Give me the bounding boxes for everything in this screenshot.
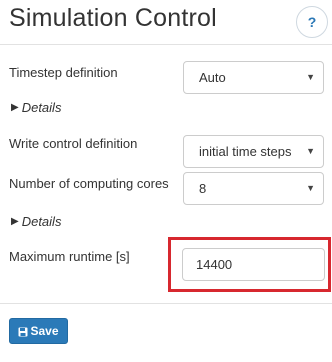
help-icon: ? [307, 14, 317, 30]
floppy-disk-icon [18, 326, 28, 337]
max-runtime-input[interactable]: 14400 [182, 248, 325, 281]
write-control-select[interactable]: initial time steps ▼ [183, 135, 324, 168]
help-button[interactable]: ? [296, 6, 328, 38]
max-runtime-value: 14400 [196, 257, 233, 272]
computing-cores-label: Number of computing cores [9, 176, 169, 191]
write-control-select-value: initial time steps [199, 144, 292, 159]
page-title: Simulation Control [9, 4, 217, 32]
computing-cores-select-value: 8 [199, 181, 207, 196]
computing-cores-select[interactable]: 8 ▼ [183, 172, 324, 205]
chevron-down-icon: ▼ [306, 146, 315, 156]
caret-right-icon: ▶ [11, 102, 19, 113]
details-label-2: Details [21, 214, 62, 229]
chevron-down-icon: ▼ [306, 183, 315, 193]
details-toggle-1[interactable]: ▶ Details [11, 100, 61, 115]
write-control-label: Write control definition [9, 136, 138, 151]
header-divider [0, 44, 332, 45]
footer-divider [0, 303, 332, 304]
header: Simulation Control ? [0, 0, 332, 44]
chevron-down-icon: ▼ [306, 72, 315, 82]
details-toggle-2[interactable]: ▶ Details [11, 214, 61, 229]
timestep-select-value: Auto [199, 70, 226, 85]
caret-right-icon: ▶ [11, 216, 19, 227]
save-button-label: Save [30, 324, 59, 338]
save-button[interactable]: Save [9, 318, 68, 344]
timestep-select[interactable]: Auto ▼ [183, 61, 324, 94]
timestep-label: Timestep definition [9, 65, 118, 80]
max-runtime-label: Maximum runtime [s] [9, 249, 130, 264]
details-label-1: Details [21, 100, 62, 115]
